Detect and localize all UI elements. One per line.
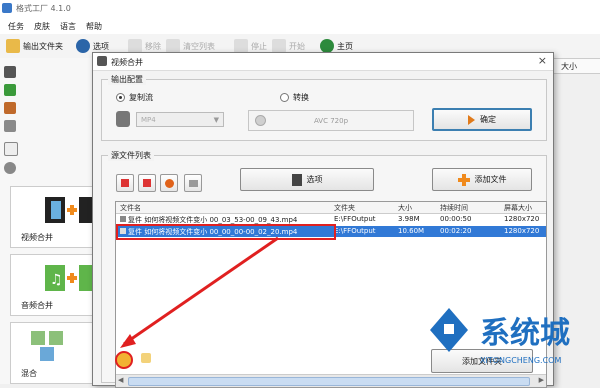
- watermark: 系统城 XITONGCHENG.COM: [420, 298, 600, 384]
- watermark-domain: XITONGCHENG.COM: [480, 356, 562, 365]
- watermark-logo: [430, 308, 468, 352]
- watermark-text: 系统城: [480, 316, 570, 351]
